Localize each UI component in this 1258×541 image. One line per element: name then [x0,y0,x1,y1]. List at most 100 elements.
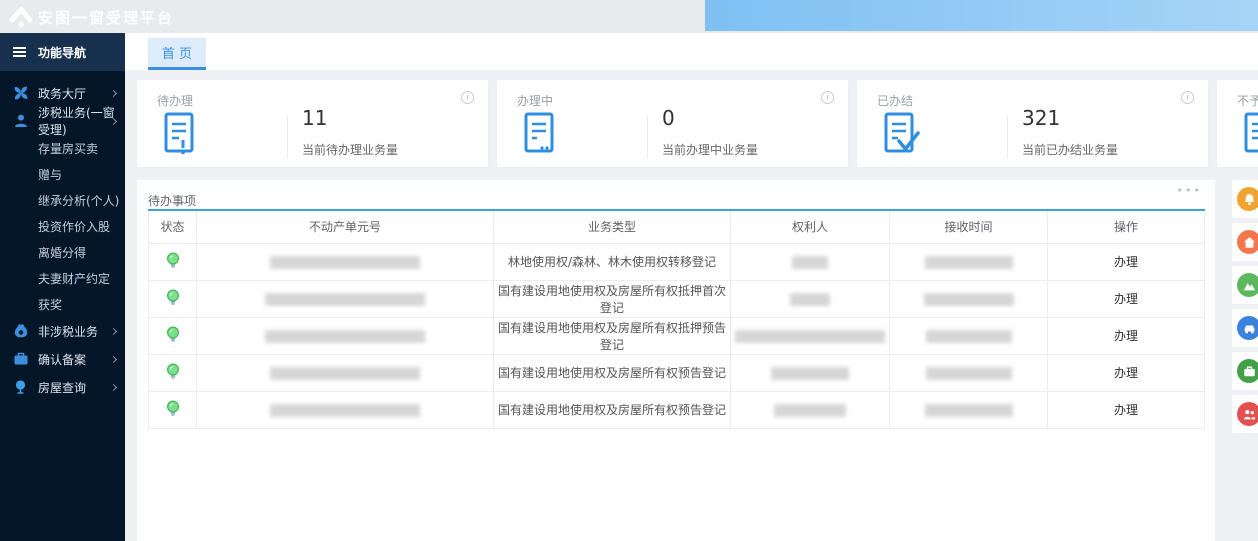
business-type-cell: 林地使用权/森林、林木使用权转移登记 [493,242,731,281]
chevron-right-icon [109,327,118,336]
app-title: 安图一窗受理平台 [38,9,175,27]
sidebar-item-label: 政务大厅 [38,86,87,101]
redacted-text [771,366,849,380]
chevron-right-icon [109,355,118,364]
redacted-text [265,329,425,343]
bulb-status-icon [166,399,179,416]
redacted-text [270,403,420,417]
table-row[interactable]: 林地使用权/森林、林木使用权转移登记 办理 [148,242,1205,281]
quick-action-5[interactable] [1232,352,1258,390]
handle-button[interactable]: 办理 [1114,329,1138,343]
unit-number-cell [196,390,494,429]
receive-time-cell [889,316,1048,355]
sidebar-item-government-hall[interactable]: 政务大厅 [0,79,125,107]
info-icon[interactable]: i [461,91,474,104]
stat-desc: 当前待办理业务量 [302,143,399,157]
handle-button[interactable]: 办理 [1114,255,1138,269]
doc-ellipsis-icon [523,111,559,161]
receive-time-cell [889,242,1048,281]
tab-bar: 首 页 [125,33,1258,70]
unit-number-cell [196,279,494,318]
business-type-cell: 国有建设用地使用权及房屋所有权抵押预告登记 [493,316,731,355]
table-row[interactable]: 国有建设用地使用权及房屋所有权预告登记 办理 [148,390,1205,429]
sidebar-item-non-tax-business[interactable]: 非涉税业务 [0,317,125,345]
quick-action-4[interactable] [1232,309,1258,347]
chevron-right-icon [109,383,118,392]
sidebar-header[interactable]: 功能导航 [0,33,125,71]
stat-card-in-progress: 办理中 i 0 当前办理中业务量 [497,80,848,167]
more-icon[interactable]: ••• [1177,184,1202,197]
sidebar-item-house-query[interactable]: 房屋查询 [0,373,125,401]
table-header-row: 状态 不动产单元号 业务类型 权利人 接收时间 操作 [148,209,1205,244]
mountain-icon [1237,273,1258,297]
stat-value: 321 [1022,106,1061,130]
sidebar-item-label: 离婚分得 [38,245,87,260]
chevron-right-icon [109,89,118,98]
briefcase-icon [14,352,28,365]
quick-action-2[interactable] [1232,223,1258,261]
stat-title: 不予登记 [1237,94,1258,108]
sidebar-item-existing-house-sale[interactable]: 存量房买卖 [0,135,125,161]
sidebar-item-marital-property[interactable]: 夫妻财产约定 [0,265,125,291]
sidebar-item-inheritance[interactable]: 继承分析(个人) [0,187,125,213]
unit-number-cell [196,242,494,281]
quick-action-6[interactable] [1232,395,1258,433]
info-icon[interactable]: i [1181,91,1194,104]
bulb-status-icon [166,251,179,268]
stat-title: 待办理 [157,94,194,108]
status-cell [148,316,197,355]
bulb-status-icon [166,288,179,305]
sidebar-item-gift[interactable]: 赠与 [0,161,125,187]
sidebar-item-label: 确认备案 [38,352,87,367]
action-cell: 办理 [1047,353,1205,392]
handle-button[interactable]: 办理 [1114,403,1138,417]
divider [1007,116,1008,158]
house-icon [1237,230,1258,254]
header-banner [705,0,1258,31]
doc-exclaim-icon [163,111,199,161]
owner-cell [730,353,890,392]
sidebar-item-confirm-record[interactable]: 确认备案 [0,345,125,373]
column-header: 操作 [1047,209,1205,244]
sidebar-item-investment-shares[interactable]: 投资作价入股 [0,213,125,239]
info-icon[interactable]: i [821,91,834,104]
redacted-text [924,255,1013,269]
people-icon [1237,402,1258,426]
owner-cell [730,390,890,429]
briefcase-icon [1237,359,1258,383]
sidebar-item-label: 获奖 [38,297,63,312]
sidebar-item-divorce-division[interactable]: 离婚分得 [0,239,125,265]
owner-cell [730,316,890,355]
tab-home[interactable]: 首 页 [148,38,206,70]
column-header: 状态 [148,209,197,244]
table-row[interactable]: 国有建设用地使用权及房屋所有权抵押预告登记 办理 [148,316,1205,355]
handle-button[interactable]: 办理 [1114,292,1138,306]
redacted-text [923,292,1014,306]
stat-desc: 当前已办结业务量 [1022,143,1119,157]
todo-panel: 待办事项 ••• 状态 不动产单元号 业务类型 权利人 接收时间 操作 林地使用… [137,180,1215,541]
status-cell [148,390,197,429]
sidebar-item-label: 继承分析(个人) [38,193,120,208]
sidebar-item-label: 非涉税业务 [38,324,99,339]
table-row[interactable]: 国有建设用地使用权及房屋所有权抵押首次登记 办理 [148,279,1205,318]
action-cell: 办理 [1047,316,1205,355]
moneybag-icon [14,324,28,338]
sidebar-item-award[interactable]: 获奖 [0,291,125,317]
menu-icon[interactable] [13,47,26,57]
receive-time-cell [889,390,1048,429]
car-icon [1237,316,1258,340]
status-cell [148,353,197,392]
sidebar-item-label: 投资作价入股 [38,219,111,234]
quick-action-1[interactable] [1232,180,1258,218]
quick-action-3[interactable] [1232,266,1258,304]
todo-table: 状态 不动产单元号 业务类型 权利人 接收时间 操作 林地使用权/森林、林木使用权转移登记 [148,209,1205,429]
owner-cell [730,242,890,281]
bell-icon [1237,187,1258,211]
stat-card-registration-denied: 不予登记 [1217,80,1258,167]
table-row[interactable]: 国有建设用地使用权及房屋所有权预告登记 办理 [148,353,1205,392]
redacted-text [925,329,1012,343]
redacted-text [925,366,1012,380]
sidebar-item-tax-business[interactable]: 涉税业务(一窗受理) [0,106,125,137]
handle-button[interactable]: 办理 [1114,366,1138,380]
sidebar-title: 功能导航 [38,45,87,60]
